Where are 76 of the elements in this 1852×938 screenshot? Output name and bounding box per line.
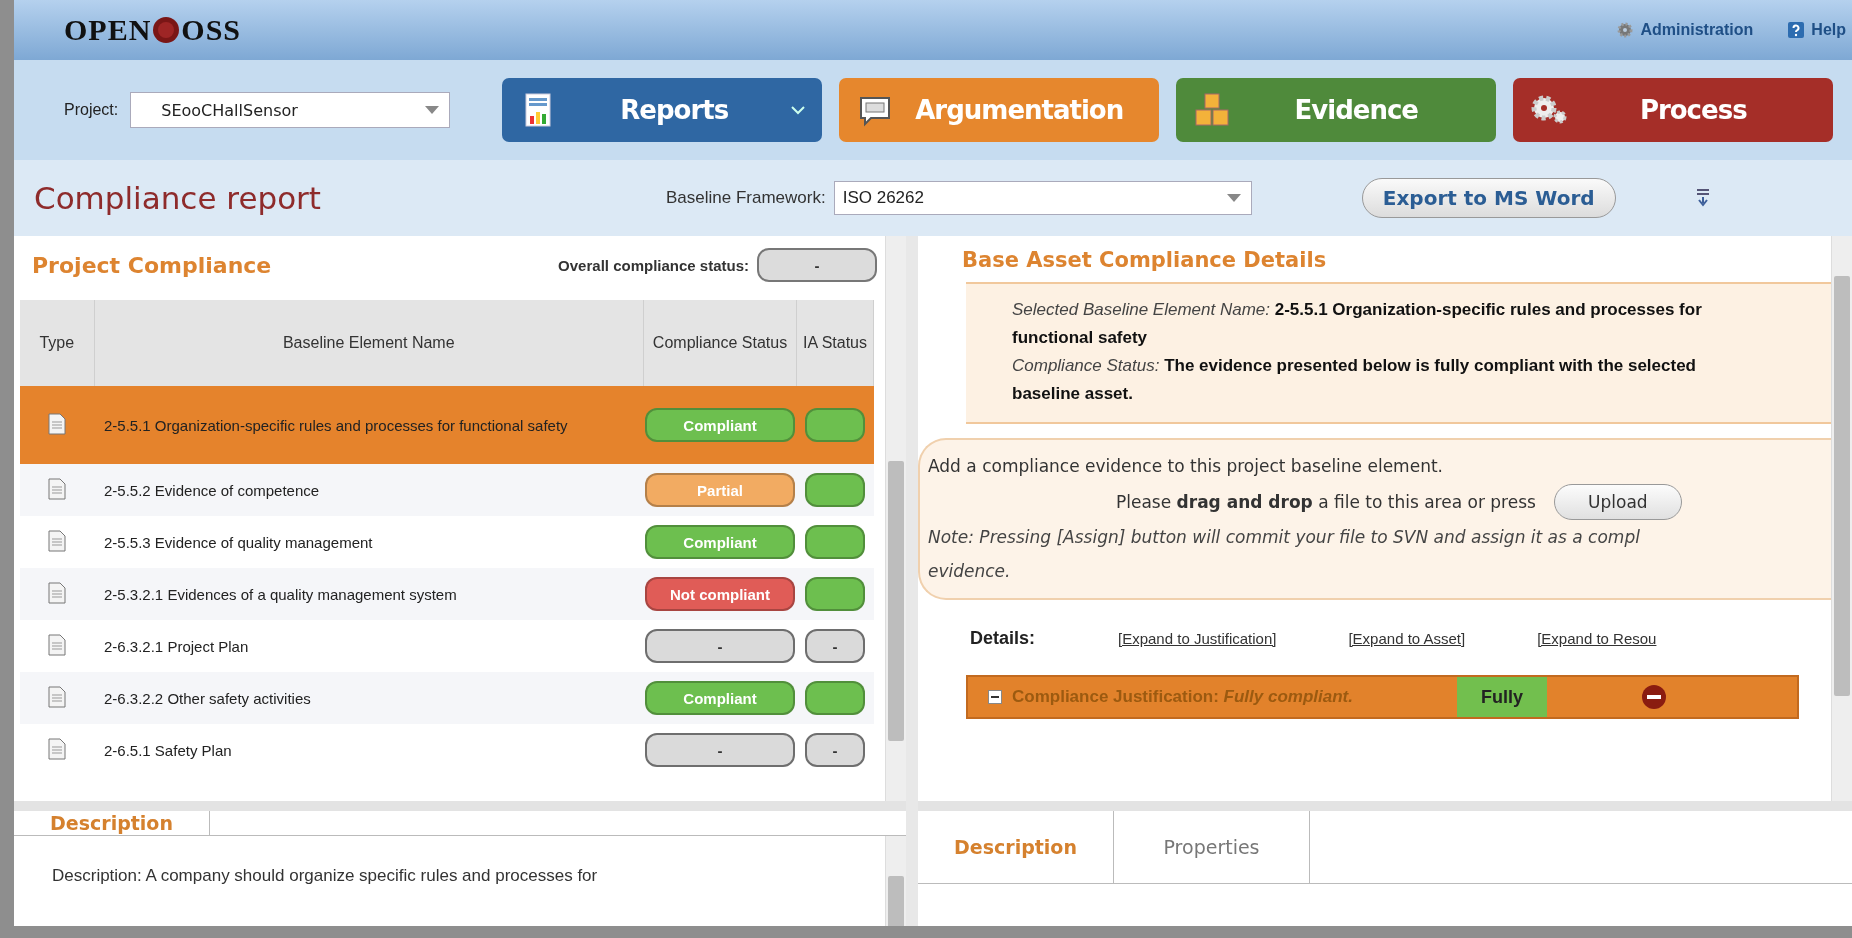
info-text: Selected Baseline Element Name: 2-5.5.1 Organization-specific rules and processes for functional safety [1012, 299, 1703, 349]
details-label: Details: [970, 628, 1037, 649]
dropdown-arrow-icon[interactable] [1226, 194, 1241, 202]
scrollbar[interactable] [885, 236, 906, 801]
administration-link[interactable]: Administration [1616, 21, 1754, 39]
nav-button[interactable]: Process [1513, 78, 1834, 142]
table-cell: 2-5.3.2.1 Evidences of a quality management system [94, 568, 644, 620]
export-button[interactable]: Export to MS Word [1361, 178, 1616, 218]
compliance-status-badge: Compliant [645, 525, 795, 559]
table-cell: 2-6.3.2.1 Project Plan [94, 620, 644, 672]
document-icon [48, 412, 66, 435]
document-icon [48, 477, 66, 500]
baseline-label: Baseline Framework: [666, 188, 826, 208]
evidence-intro: Add a compliance evidence to this project baseline element. [928, 455, 1444, 478]
justification-text: Compliance Justification: Fully compliant. [1012, 687, 1354, 707]
nav-button[interactable]: Evidence [1176, 78, 1497, 142]
compliance-level-label: Fully [1457, 677, 1547, 717]
table-row[interactable]: 2-5.3.2.1 Evidences of a quality management system Not compliant [20, 568, 874, 620]
gear-icon [1616, 21, 1635, 39]
baseline-select[interactable]: ISO 26262 [833, 181, 1252, 215]
nav-button[interactable]: Reports [502, 78, 823, 142]
column-header: Baseline Element Name [94, 300, 644, 386]
drop-text: Please drag and drop a file to this area or press [1116, 492, 1536, 512]
table-cell: 2-6.5.1 Safety Plan [94, 724, 644, 776]
project-label: Project: [64, 101, 119, 119]
compliance-status-badge: Partial [645, 473, 795, 507]
overall-status-label: Overall compliance status: [558, 256, 749, 274]
drop-area[interactable] [918, 438, 1831, 600]
table-row[interactable]: 2-5.5.3 Evidence of quality management Compliant [20, 516, 874, 568]
table-row[interactable]: 2-5.5.1 Organization-specific rules and processes for functional safety Compliant [20, 386, 874, 464]
scrollbar[interactable] [885, 836, 906, 926]
page-title: Compliance report [34, 180, 322, 216]
document-icon [48, 633, 66, 656]
project-select[interactable]: SEooCHallSensor [130, 92, 451, 128]
table-row[interactable]: 2-6.5.1 Safety Plan - - [20, 724, 874, 776]
download-icon[interactable] [1695, 189, 1710, 207]
help-icon [1787, 21, 1806, 39]
justification-bar[interactable]: Compliance Justification: Fully compliant. Fully [966, 675, 1799, 719]
ia-status-badge: - [805, 733, 865, 767]
table-cell: 2-5.5.3 Evidence of quality management [94, 516, 644, 568]
table-cell: 2-5.5.1 Organization-specific rules and processes for functional safety [94, 386, 644, 464]
compliance-status-badge: Not compliant [645, 577, 795, 611]
document-icon [48, 529, 66, 552]
section-title: Base Asset Compliance Details [961, 247, 1328, 274]
compliance-status-badge: Compliant [645, 408, 795, 442]
scrollbar[interactable] [1831, 236, 1852, 801]
column-header: Compliance Status [643, 300, 797, 386]
table-row[interactable]: 2-6.3.2.1 Project Plan - - [20, 620, 874, 672]
table-cell: 2-6.3.2.2 Other safety activities [94, 672, 644, 724]
table-row[interactable]: 2-6.3.2.2 Other safety activities Compliant [20, 672, 874, 724]
compliance-status-badge: - [645, 733, 795, 767]
document-icon [48, 685, 66, 708]
note-text: evidence. [928, 560, 1012, 583]
upload-button[interactable]: Upload [1553, 484, 1682, 520]
document-icon [48, 581, 66, 604]
collapse-icon[interactable] [988, 690, 1002, 704]
remove-icon[interactable] [1641, 684, 1667, 710]
expand-link[interactable]: [Expand to Justification] [1118, 630, 1277, 647]
help-link[interactable]: Help [1787, 21, 1846, 39]
ia-status-badge: - [805, 629, 865, 663]
description-text: Description: A company should organize specific rules and processes for [51, 865, 599, 887]
info-text: Compliance Status: The evidence presented below is fully compliant with the selected baseline asset. [1012, 355, 1697, 405]
document-icon [48, 737, 66, 760]
table-cell: 2-5.5.2 Evidence of competence [94, 464, 644, 516]
dropdown-arrow-icon[interactable] [425, 106, 440, 114]
compliance-status-badge: - [645, 629, 795, 663]
column-header: Type [20, 300, 94, 386]
table-row[interactable]: 2-5.5.2 Evidence of competence Partial [20, 464, 874, 516]
expand-link[interactable]: [Expand to Resou [1537, 630, 1657, 647]
column-header: IA Status [796, 300, 874, 386]
compliance-status-badge: Compliant [645, 681, 795, 715]
overall-status-badge: - [757, 248, 877, 282]
note-text: Note: Pressing [Assign] button will commit your file to SVN and assign it as a compl [928, 526, 1641, 549]
logo: OPEN OSS [64, 13, 242, 47]
expand-link[interactable]: [Expand to Asset] [1348, 630, 1466, 647]
section-title: Project Compliance [32, 252, 272, 278]
